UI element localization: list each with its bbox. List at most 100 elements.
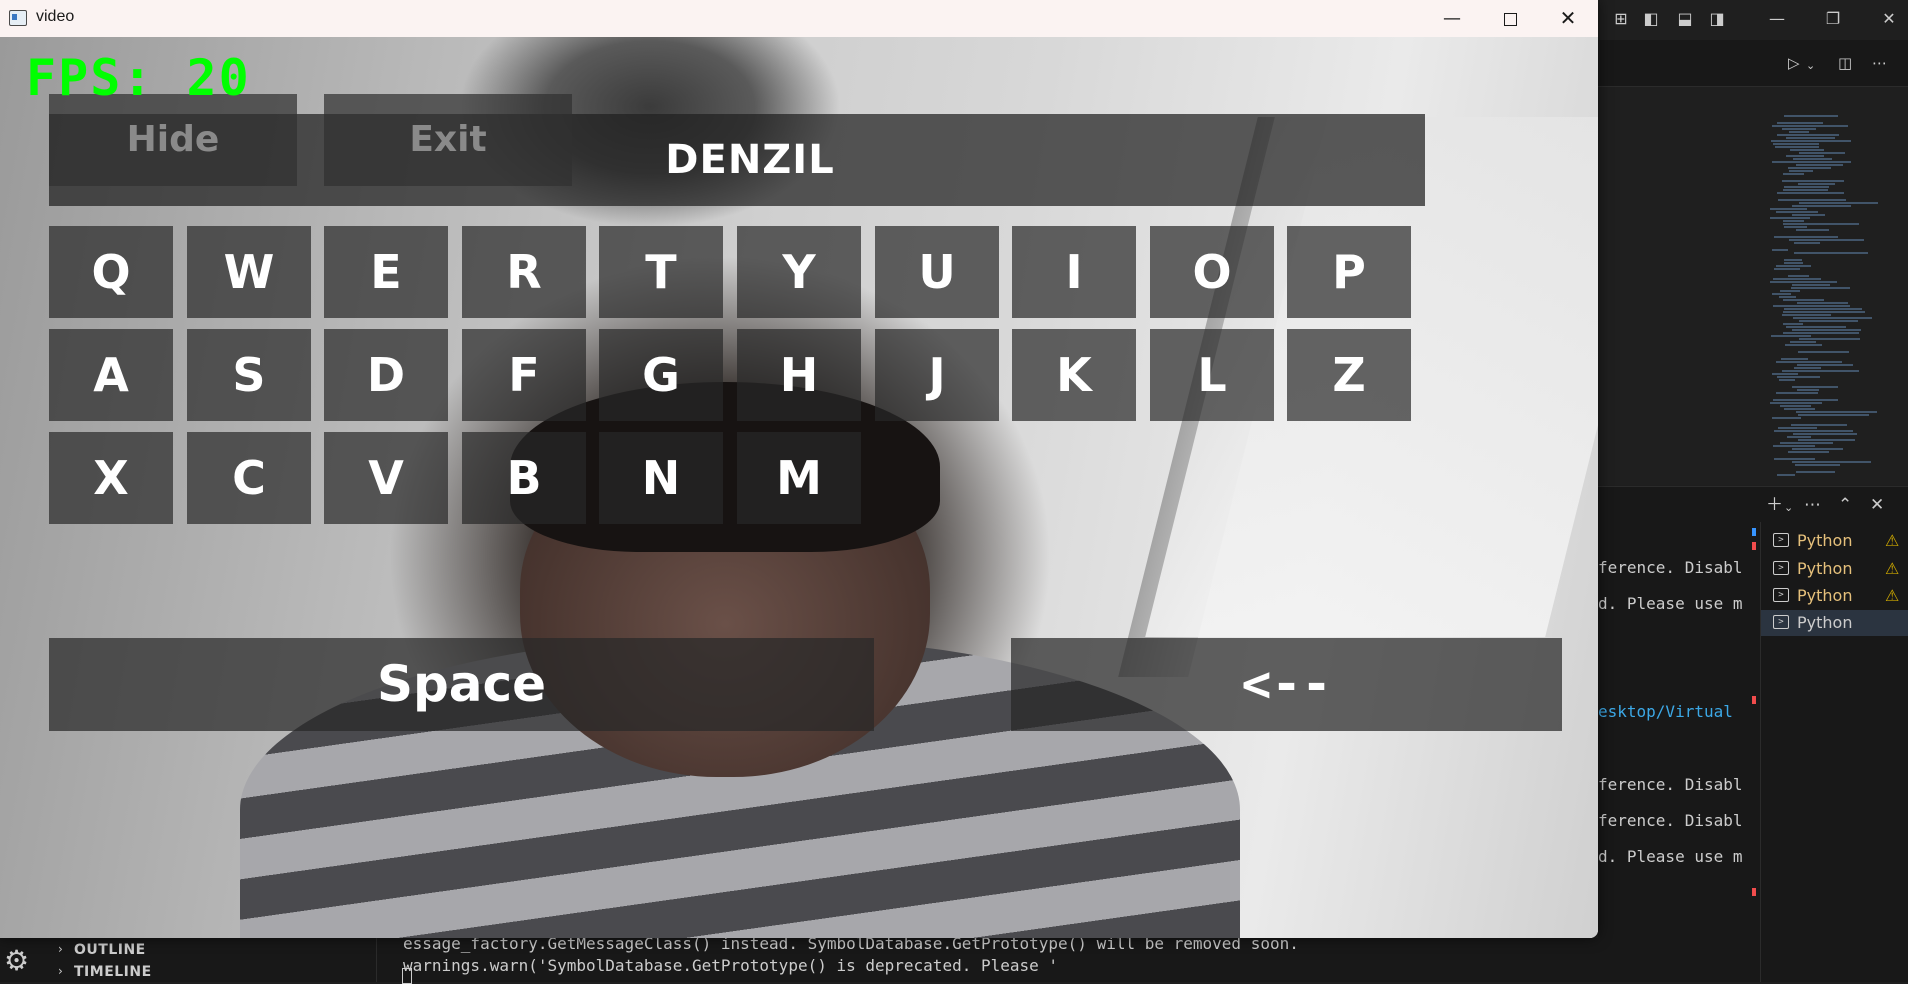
minimap-line	[1772, 161, 1851, 163]
minimap-line	[1772, 293, 1791, 295]
key-r[interactable]: R	[462, 226, 586, 318]
minimap-line	[1773, 143, 1819, 145]
terminal-line: ference. Disabl	[1598, 775, 1743, 794]
minimize-button[interactable]: —	[1423, 0, 1481, 37]
new-terminal-icon[interactable]: ＋	[1766, 495, 1783, 515]
restore-icon[interactable]: ❐	[1824, 10, 1842, 28]
key-q[interactable]: Q	[49, 226, 173, 318]
minimap-line	[1782, 180, 1844, 182]
terminal-link[interactable]: esktop/Virtual	[1598, 702, 1733, 721]
split-editor-icon[interactable]: ◫	[1838, 54, 1852, 72]
key-a[interactable]: A	[49, 329, 173, 421]
key-m[interactable]: M	[737, 432, 861, 524]
minimize-icon[interactable]: —	[1768, 10, 1786, 28]
key-p[interactable]: P	[1287, 226, 1411, 318]
minimap-line	[1780, 405, 1811, 407]
toggle-secondary-sidebar-icon[interactable]: ◨	[1708, 10, 1726, 28]
key-e[interactable]: E	[324, 226, 448, 318]
minimap-line	[1788, 167, 1831, 169]
terminal-tab-label: Python	[1797, 586, 1853, 605]
close-button[interactable]: ✕	[1539, 0, 1597, 37]
minimap-line	[1792, 284, 1830, 286]
toggle-primary-sidebar-icon[interactable]: ◧	[1642, 10, 1660, 28]
warning-icon: ⚠	[1885, 531, 1900, 550]
minimap-line	[1783, 189, 1828, 191]
fps-counter: FPS: 20	[26, 49, 251, 107]
minimap-line	[1773, 445, 1815, 447]
maximize-button[interactable]	[1481, 0, 1539, 37]
toggle-panel-icon[interactable]: ⬓	[1676, 10, 1694, 28]
minimap-line	[1770, 217, 1810, 219]
minimap-line	[1797, 302, 1848, 304]
key-o[interactable]: O	[1150, 226, 1274, 318]
terminal-icon: >	[1773, 588, 1789, 602]
close-icon[interactable]: ✕	[1880, 10, 1898, 28]
warning-icon: ⚠	[1885, 559, 1900, 578]
backspace-button[interactable]: <--	[1011, 638, 1562, 731]
close-panel-icon[interactable]: ✕	[1870, 495, 1884, 515]
minimap-line	[1791, 287, 1850, 289]
key-s[interactable]: S	[187, 329, 311, 421]
key-j[interactable]: J	[875, 329, 999, 421]
more-actions-icon[interactable]: ⋯	[1872, 54, 1887, 72]
key-g[interactable]: G	[599, 329, 723, 421]
key-v[interactable]: V	[324, 432, 448, 524]
minimap-line	[1770, 281, 1837, 283]
minimap-line	[1774, 236, 1838, 238]
terminal-tab[interactable]: > Python ⚠	[1761, 556, 1908, 582]
key-f[interactable]: F	[462, 329, 586, 421]
terminal-scrollbar[interactable]	[1744, 522, 1760, 982]
space-button[interactable]: Space	[49, 638, 874, 731]
minimap-line	[1796, 229, 1829, 231]
key-y[interactable]: Y	[737, 226, 861, 318]
customize-layout-icon[interactable]: ⊞	[1612, 10, 1630, 28]
minimap-line	[1776, 211, 1818, 213]
minimap-line	[1772, 249, 1788, 251]
terminal-tab-active[interactable]: > Python	[1761, 610, 1908, 636]
minimap-line	[1796, 471, 1835, 473]
minimap-line	[1791, 424, 1847, 426]
key-n[interactable]: N	[599, 432, 723, 524]
run-dropdown-icon[interactable]: ⌄	[1806, 57, 1815, 75]
key-t[interactable]: T	[599, 226, 723, 318]
window-title: video	[36, 8, 75, 25]
timeline-section[interactable]: TIMELINE	[74, 964, 152, 980]
key-i[interactable]: I	[1012, 226, 1136, 318]
scroll-marker	[1752, 528, 1756, 536]
terminal-dropdown-icon[interactable]: ⌄	[1784, 498, 1793, 518]
key-k[interactable]: K	[1012, 329, 1136, 421]
minimap-line	[1794, 242, 1820, 244]
maximize-panel-icon[interactable]: ⌃	[1838, 495, 1852, 515]
key-h[interactable]: H	[737, 329, 861, 421]
video-window: video — ✕ DENZIL Hide Exit FPS: 20 Q W E…	[0, 0, 1598, 938]
key-d[interactable]: D	[324, 329, 448, 421]
window-title-bar[interactable]: video — ✕	[0, 0, 1598, 37]
minimap-line	[1774, 430, 1853, 432]
key-c[interactable]: C	[187, 432, 311, 524]
terminal-tab[interactable]: > Python ⚠	[1761, 528, 1908, 554]
key-l[interactable]: L	[1150, 329, 1274, 421]
minimap-line	[1797, 389, 1819, 391]
minimap[interactable]	[1770, 115, 1900, 485]
terminal-output[interactable]: ference. Disabl d. Please use m esktop/V…	[1598, 522, 1760, 982]
key-u[interactable]: U	[875, 226, 999, 318]
key-w[interactable]: W	[187, 226, 311, 318]
minimap-line	[1792, 205, 1851, 207]
key-b[interactable]: B	[462, 432, 586, 524]
terminal-tab[interactable]: > Python ⚠	[1761, 583, 1908, 609]
exit-button[interactable]: Exit	[324, 94, 572, 186]
run-icon[interactable]: ▷	[1788, 54, 1800, 72]
minimap-line	[1799, 202, 1878, 204]
terminal-output-bottom[interactable]: essage_factory.GetMessageClass() instead…	[377, 938, 1598, 982]
minimap-line	[1794, 367, 1821, 369]
key-x[interactable]: X	[49, 432, 173, 524]
key-z[interactable]: Z	[1287, 329, 1411, 421]
minimap-line	[1775, 146, 1819, 148]
terminal-tabs-list: > Python ⚠ > Python ⚠ > Python ⚠ > Pytho…	[1760, 522, 1908, 982]
gear-icon[interactable]: ⚙	[4, 946, 29, 976]
more-actions-icon[interactable]: ⋯	[1804, 495, 1821, 515]
minimap-line	[1779, 379, 1795, 381]
minimap-line	[1771, 335, 1811, 337]
outline-section[interactable]: OUTLINE	[74, 942, 146, 958]
hide-button[interactable]: Hide	[49, 94, 297, 186]
